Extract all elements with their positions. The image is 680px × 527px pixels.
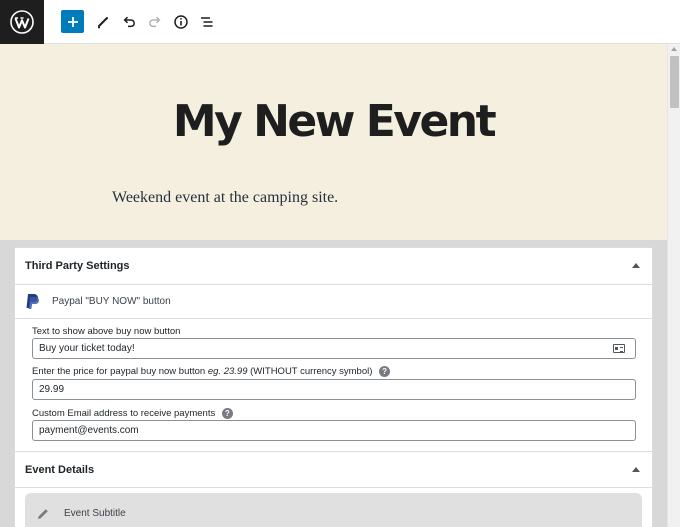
paypal-section-header: Paypal "BUY NOW" button xyxy=(15,285,652,319)
scroll-up-arrow-icon[interactable] xyxy=(671,47,677,51)
editor-canvas: My New Event Weekend event at the campin… xyxy=(0,44,667,527)
email-input[interactable]: payment@events.com xyxy=(32,420,636,441)
undo-icon xyxy=(123,16,135,28)
email-value: payment@events.com xyxy=(39,425,139,436)
scroll-thumb[interactable] xyxy=(670,56,679,108)
post-excerpt[interactable]: Weekend event at the camping site. xyxy=(112,189,338,207)
button-text-input[interactable]: Buy your ticket today! xyxy=(32,338,636,359)
panel-title: Third Party Settings xyxy=(25,260,130,272)
event-subtitle-label: Event Subtitle xyxy=(64,508,126,519)
list-view-icon xyxy=(201,17,213,27)
pencil-icon xyxy=(38,509,48,519)
redo-icon xyxy=(149,16,161,28)
pencil-icon xyxy=(98,17,108,29)
wordpress-logo-icon[interactable] xyxy=(0,0,44,44)
price-value: 29.99 xyxy=(39,384,65,395)
caret-up-icon[interactable] xyxy=(632,467,640,472)
contact-card-icon xyxy=(613,344,625,353)
scrollbar[interactable] xyxy=(667,44,680,527)
add-block-button[interactable] xyxy=(61,10,84,33)
button-text-value: Buy your ticket today! xyxy=(39,343,135,354)
editor-toolbar xyxy=(0,0,680,44)
post-title[interactable]: My New Event xyxy=(0,96,667,147)
meta-boxes: Third Party Settings Paypal "BUY NOW" bu… xyxy=(14,247,653,527)
price-input[interactable]: 29.99 xyxy=(32,379,636,400)
post-header: My New Event Weekend event at the campin… xyxy=(0,44,667,240)
button-text-label: Text to show above buy now button xyxy=(32,326,181,337)
paypal-icon xyxy=(26,294,39,309)
event-details-header[interactable]: Event Details xyxy=(15,451,652,488)
price-label: Enter the price for paypal buy now butto… xyxy=(32,366,391,377)
panel-title: Event Details xyxy=(25,464,95,476)
event-subtitle-field[interactable]: Event Subtitle xyxy=(25,493,642,527)
caret-up-icon[interactable] xyxy=(632,263,640,268)
paypal-section-label: Paypal "BUY NOW" button xyxy=(52,296,171,307)
list-view-button[interactable] xyxy=(194,9,220,35)
email-label: Custom Email address to receive payments… xyxy=(32,408,233,419)
undo-button[interactable] xyxy=(116,9,142,35)
tools-button[interactable] xyxy=(90,9,116,35)
help-icon[interactable]: ? xyxy=(379,366,391,377)
help-icon[interactable]: ? xyxy=(221,408,233,419)
redo-button[interactable] xyxy=(142,9,168,35)
plus-icon xyxy=(67,16,78,27)
details-button[interactable] xyxy=(168,9,194,35)
third-party-settings-header[interactable]: Third Party Settings xyxy=(15,248,652,285)
info-icon xyxy=(174,15,188,29)
